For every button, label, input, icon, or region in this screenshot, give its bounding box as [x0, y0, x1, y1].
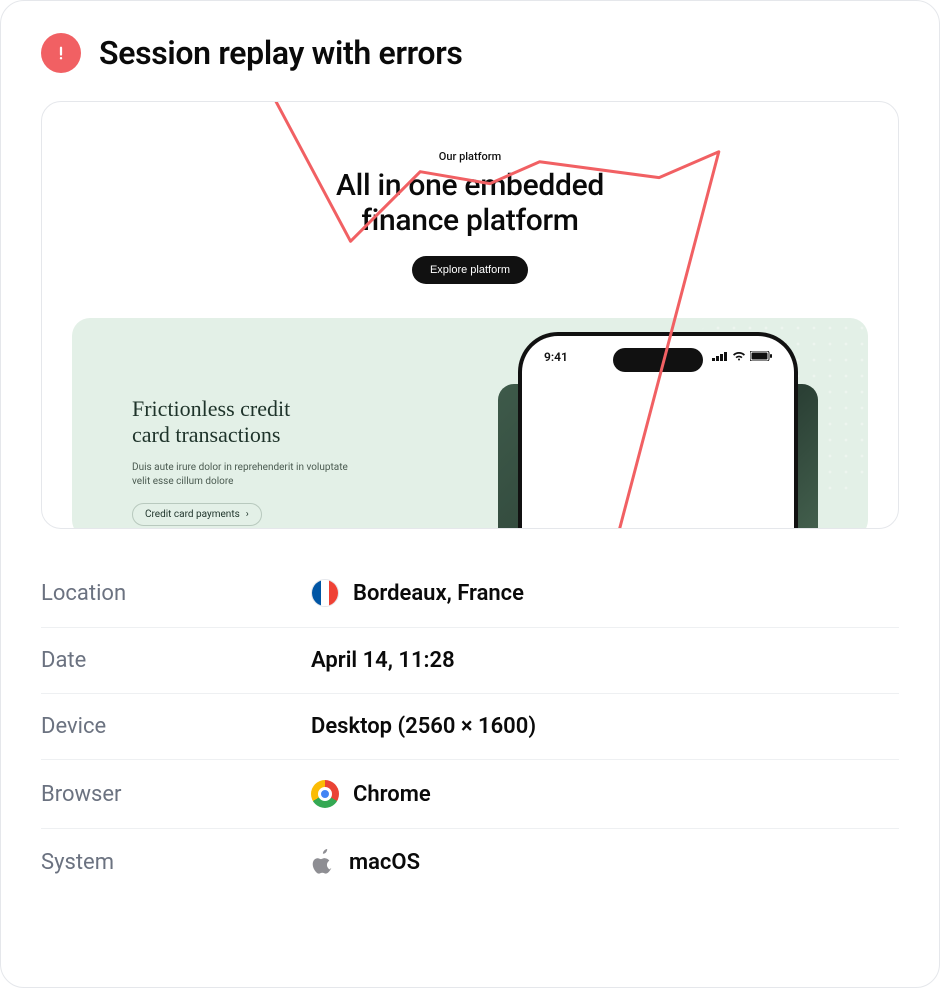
- promo-copy: Frictionless credit card transactions Du…: [132, 396, 412, 526]
- chevron-right-icon: ›: [246, 509, 249, 520]
- phone-notch: [613, 348, 703, 372]
- card-header: Session replay with errors: [1, 1, 939, 101]
- card-title: Session replay with errors: [99, 34, 463, 72]
- hero-eyebrow: Our platform: [42, 150, 898, 163]
- meta-row-system: System macOS: [41, 829, 899, 895]
- replay-preview[interactable]: Our platform All in one embedded finance…: [41, 101, 899, 529]
- session-metadata: Location Bordeaux, France Date April 14,…: [41, 559, 899, 895]
- meta-value: April 14, 11:28: [311, 648, 455, 673]
- chrome-icon: [311, 780, 339, 808]
- meta-label: System: [41, 850, 311, 875]
- battery-icon: [750, 350, 772, 364]
- promo-panel: Frictionless credit card transactions Du…: [72, 318, 868, 529]
- meta-label: Device: [41, 714, 311, 739]
- meta-label: Browser: [41, 782, 311, 807]
- meta-value: Bordeaux, France: [311, 579, 524, 607]
- meta-row-date: Date April 14, 11:28: [41, 628, 899, 694]
- meta-value: Chrome: [311, 780, 431, 808]
- error-icon: [41, 33, 81, 73]
- credit-card-payments-link[interactable]: Credit card payments ›: [132, 503, 262, 526]
- session-replay-card: Session replay with errors Our platform …: [0, 0, 940, 988]
- promo-description: Duis aute irure dolor in reprehenderit i…: [132, 461, 352, 489]
- meta-label: Location: [41, 581, 311, 606]
- explore-platform-button[interactable]: Explore platform: [412, 256, 528, 284]
- replay-content: Our platform All in one embedded finance…: [42, 102, 898, 528]
- signal-icon: [712, 350, 728, 364]
- phone-frame: 9:41: [518, 332, 798, 529]
- meta-label: Date: [41, 648, 311, 673]
- phone-time: 9:41: [544, 350, 568, 364]
- apple-icon: [311, 849, 335, 875]
- phone-mockup: 4149 5472 2020 9876 01 / 2028 9:41: [518, 332, 798, 529]
- france-flag-icon: [311, 579, 339, 607]
- meta-value: macOS: [311, 849, 420, 875]
- promo-title: Frictionless credit card transactions: [132, 396, 412, 449]
- wifi-icon: [732, 350, 746, 364]
- meta-value: Desktop (2560 × 1600): [311, 714, 536, 739]
- hero-title: All in one embedded finance platform: [42, 169, 898, 238]
- meta-row-location: Location Bordeaux, France: [41, 559, 899, 628]
- meta-row-browser: Browser Chrome: [41, 760, 899, 829]
- meta-row-device: Device Desktop (2560 × 1600): [41, 694, 899, 760]
